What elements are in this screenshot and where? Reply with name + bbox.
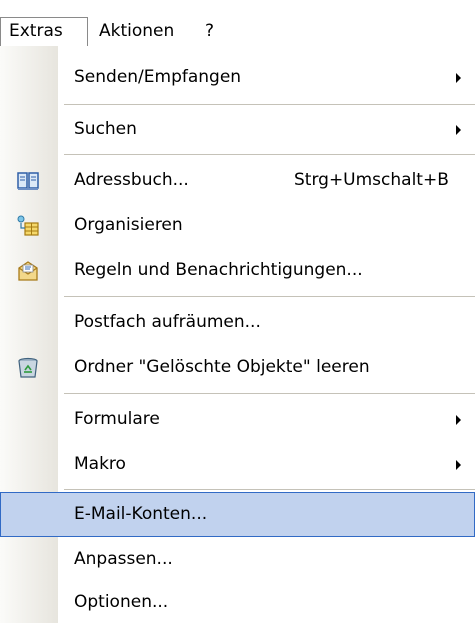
menu-item-label: Postfach aufräumen... [74,312,261,332]
menu-separator [64,104,475,105]
submenu-arrow-icon [456,460,461,470]
menu-separator [64,154,475,155]
menu-item-label: Organisieren [74,215,183,235]
menu-item-label: Suchen [74,119,137,139]
menu-item-label: Senden/Empfangen [74,67,242,87]
menu-item-label: Adressbuch... [74,170,189,190]
menu-help-label: ? [205,21,215,41]
menu-item-suchen[interactable]: Suchen [0,107,475,152]
menu-item-shortcut: Strg+Umschalt+B [294,170,449,190]
menu-item-makro[interactable]: Makro [0,442,475,487]
menu-separator [64,296,475,297]
menu-item-organisieren[interactable]: Organisieren [0,203,475,248]
menu-item-postfach-aufraeumen[interactable]: Postfach aufräumen... [0,300,475,345]
menu-item-ordner-leeren[interactable]: Ordner "Gelöschte Objekte" leeren [0,345,475,390]
menu-separator [64,489,475,490]
submenu-arrow-icon [456,125,461,135]
menu-item-label: Regeln und Benachrichtigungen... [74,260,363,280]
address-book-icon [17,172,39,190]
menu-item-label: Ordner "Gelöschte Objekte" leeren [74,357,370,377]
menu-aktionen[interactable]: Aktionen [91,18,182,44]
rules-icon [18,261,38,281]
menu-item-label: Makro [74,454,126,474]
menu-aktionen-label: Aktionen [99,21,175,41]
menu-item-label: Optionen... [74,592,169,612]
menu-item-senden-empfangen[interactable]: Senden/Empfangen [0,55,475,100]
menu-separator [64,393,475,394]
extras-dropdown-menu: Senden/Empfangen Suchen Adressbuch... St… [0,46,475,623]
menu-item-email-konten[interactable]: E-Mail-Konten... [0,492,475,537]
submenu-arrow-icon [456,73,461,83]
menu-item-formulare[interactable]: Formulare [0,397,475,442]
menu-item-label: E-Mail-Konten... [74,504,208,524]
recycle-bin-icon [18,357,38,378]
menu-item-anpassen[interactable]: Anpassen... [0,537,475,582]
menu-item-optionen[interactable]: Optionen... [0,580,475,623]
menu-item-label: Anpassen... [74,549,173,569]
menu-item-regeln[interactable]: Regeln und Benachrichtigungen... [0,248,475,293]
organize-icon [17,215,39,236]
menu-bar: Extras Aktionen ? [0,0,475,47]
menu-extras[interactable]: Extras [0,17,88,46]
menu-help[interactable]: ? [197,18,222,44]
menu-item-label: Formulare [74,409,160,429]
menu-extras-label: Extras [9,21,63,41]
menu-item-adressbuch[interactable]: Adressbuch... Strg+Umschalt+B [0,158,475,203]
submenu-arrow-icon [456,415,461,425]
